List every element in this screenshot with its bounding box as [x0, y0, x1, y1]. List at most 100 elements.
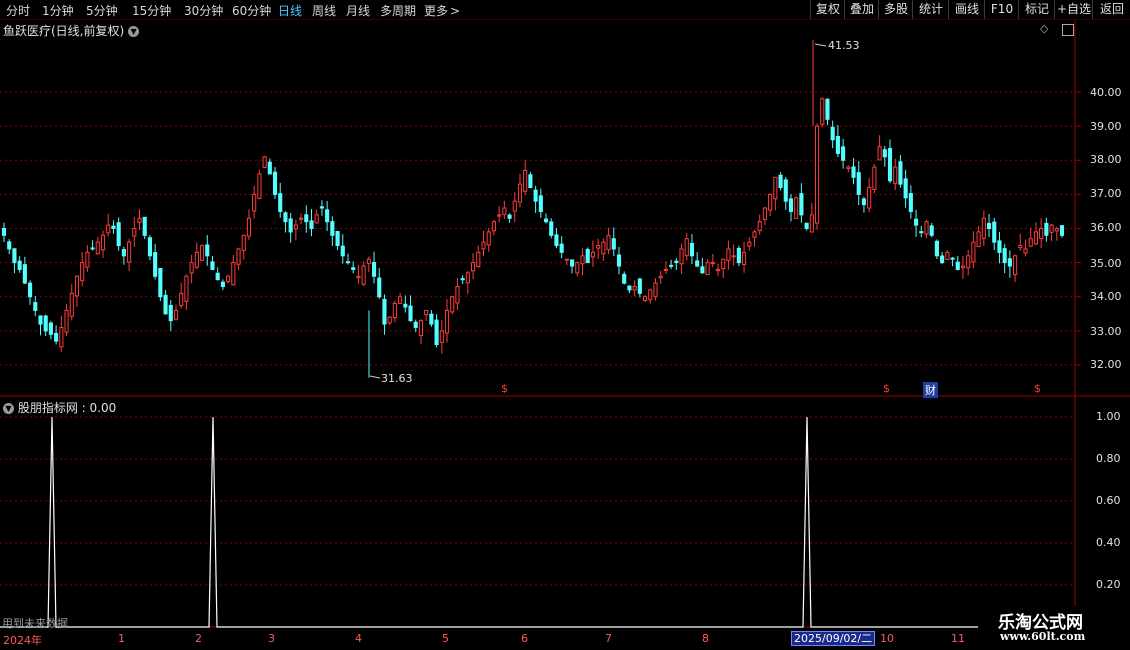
candle-body: [523, 169, 528, 192]
candle-body: [1002, 248, 1007, 264]
candle-body: [809, 214, 814, 233]
candle-body: [590, 251, 595, 258]
candle-body: [241, 234, 246, 251]
candle-body: [132, 228, 137, 237]
candle-body: [100, 234, 106, 251]
candle-body: [1049, 224, 1054, 233]
panel-toggle-icon[interactable]: [1062, 24, 1074, 36]
indicator-line: [0, 416, 1075, 628]
indicator-title[interactable]: ▼ 股朋指标网 : 0.00: [3, 399, 116, 416]
candle-body: [559, 243, 564, 253]
candle-body: [846, 166, 851, 170]
candle-body: [632, 286, 637, 291]
candle-body: [22, 264, 27, 284]
time-tick: 10: [880, 632, 894, 645]
candle-body: [335, 231, 340, 247]
candle-body: [413, 321, 418, 328]
candle-body: [85, 251, 90, 268]
candle-body: [74, 275, 80, 297]
candle-body: [955, 261, 960, 270]
future-data-note: 用到未来数据: [2, 617, 68, 630]
candle-body: [637, 278, 642, 294]
candle-body: [17, 260, 22, 270]
candle-body: [95, 241, 100, 255]
price-tick: 37.00: [1090, 187, 1122, 200]
candle-body: [538, 195, 543, 212]
candle-body: [444, 309, 450, 334]
candle-body: [179, 292, 184, 306]
candle-body: [48, 322, 53, 335]
candle-body: [721, 258, 726, 270]
price-tick: 32.00: [1090, 358, 1122, 371]
candle-body: [220, 281, 225, 288]
candle-body: [486, 231, 491, 246]
candle-body: [465, 272, 470, 284]
candle-body: [945, 251, 950, 260]
candle-body: [512, 200, 517, 212]
candle-body: [752, 231, 757, 238]
candle-body: [408, 305, 413, 322]
candle-body: [940, 255, 945, 264]
candle-body: [246, 217, 252, 237]
candle-body: [689, 242, 695, 257]
candle-body: [502, 207, 507, 215]
candle-body: [986, 222, 992, 230]
event-marker-dividend[interactable]: $: [883, 382, 890, 395]
watermark-site: www.60lt.com: [1000, 630, 1086, 643]
candle-body: [345, 261, 351, 264]
candle-body: [319, 206, 324, 209]
candle-body: [726, 248, 731, 261]
candle-body: [330, 221, 335, 236]
stock-title[interactable]: 鱼跃医疗(日线,前复权) ▼: [3, 22, 140, 39]
diamond-icon[interactable]: ◇: [1040, 22, 1048, 35]
candle-body: [1028, 238, 1033, 247]
candle-body: [429, 313, 434, 325]
candle-body: [69, 292, 74, 317]
low-price-label: 31.63: [381, 372, 413, 385]
candle-body: [7, 241, 12, 250]
candle-body: [585, 248, 590, 264]
candle-body: [830, 126, 835, 141]
event-marker-dividend[interactable]: $: [1034, 382, 1041, 395]
candle-body: [596, 245, 601, 249]
candle-body: [398, 296, 403, 304]
kline-chart[interactable]: [0, 0, 1130, 650]
candle-body: [471, 262, 476, 272]
candle-body: [127, 241, 132, 263]
candle-body: [867, 187, 872, 209]
candle-body: [184, 275, 189, 302]
candle-body: [497, 214, 502, 217]
candle-body: [267, 161, 272, 175]
price-tick: 39.00: [1090, 120, 1122, 133]
candle-body: [27, 282, 33, 298]
candle-body: [903, 178, 908, 199]
candle-body: [356, 275, 361, 279]
candle-body: [309, 220, 314, 229]
candle-body: [325, 209, 330, 223]
candle-body: [736, 247, 741, 264]
finance-marker[interactable]: 财: [923, 382, 938, 398]
candle-body: [158, 267, 163, 298]
candle-body: [887, 148, 893, 182]
candle-body: [283, 212, 288, 223]
candle-body: [304, 214, 309, 223]
candle-body: [418, 320, 424, 336]
candle-body: [1054, 228, 1059, 232]
chevron-down-icon[interactable]: ▼: [128, 26, 140, 37]
time-tick: 1: [118, 632, 125, 645]
candle-body: [554, 234, 559, 247]
candle-body: [950, 257, 955, 260]
candle-body: [960, 265, 966, 269]
chevron-down-icon[interactable]: ▼: [3, 403, 14, 414]
candle-body: [517, 183, 523, 203]
candle-body: [611, 238, 616, 250]
candle-body: [929, 225, 934, 236]
candle-body: [173, 309, 179, 320]
event-marker-dividend[interactable]: $: [501, 382, 508, 395]
candle-body: [575, 262, 580, 274]
price-tick: 40.00: [1090, 86, 1122, 99]
candle-body: [434, 319, 439, 346]
candle-body: [236, 248, 241, 265]
candle-body: [450, 296, 455, 313]
candle-body: [976, 231, 981, 247]
